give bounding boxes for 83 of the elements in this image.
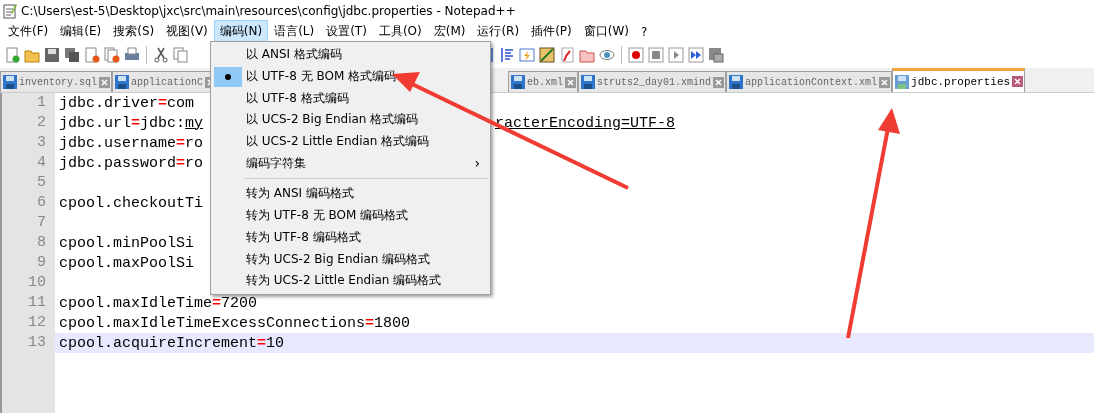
submenu-arrow-icon: › <box>474 155 480 172</box>
menu-item[interactable]: 设置(T) <box>320 20 373 43</box>
folder-icon[interactable] <box>24 47 40 63</box>
menu-item[interactable]: 搜索(S) <box>107 20 161 43</box>
close-icon[interactable] <box>879 76 891 88</box>
menu-item[interactable]: 编码(N) <box>213 20 269 43</box>
menu-item[interactable]: 宏(M) <box>427 20 472 43</box>
stop-icon[interactable] <box>648 47 664 63</box>
file-tab[interactable]: struts2_day01.xmind <box>578 71 727 92</box>
code-line: cpool.maxIdleTimeExcessConnections=1800 <box>58 314 411 332</box>
line-number: 4 <box>2 153 55 173</box>
play-icon[interactable] <box>668 47 684 63</box>
save-icon <box>729 75 744 89</box>
menu-item[interactable]: 文件(F) <box>2 20 55 43</box>
menu-item[interactable]: 语言(L) <box>268 20 321 43</box>
save-icon <box>581 75 596 89</box>
code-line: cpool.maxPoolSi <box>58 254 195 272</box>
menu-item[interactable]: 以 UCS-2 Little Endian 格式编码 <box>211 130 490 153</box>
file-tab[interactable]: jdbc.properties <box>892 68 1026 92</box>
line-number: 7 <box>2 213 55 233</box>
save-icon <box>895 74 910 89</box>
code-line: jdbc.url=jdbc:my <box>58 114 204 132</box>
line-number: 8 <box>2 233 55 253</box>
code-line: cpool.checkoutTi <box>58 194 204 212</box>
code-line: jdbc.username=ro <box>58 134 204 152</box>
code-line: cpool.maxIdleTime=7200 <box>58 294 258 312</box>
menu-item[interactable]: 编辑(E) <box>54 20 108 43</box>
line-number: 1 <box>2 93 55 113</box>
close-all-icon[interactable] <box>104 47 120 63</box>
save-macro-icon[interactable] <box>708 47 724 63</box>
code-line: racterEncoding=UTF-8 <box>495 114 677 132</box>
code-line: cpool.minPoolSi <box>58 234 195 252</box>
printer-icon[interactable] <box>124 47 140 63</box>
window-title: C:\Users\est-5\Desktop\jxc\src\main\resources\config\jdbc.properties - Notepad++ <box>21 3 516 18</box>
menu-item[interactable]: 转为 ANSI 编码格式 <box>211 183 490 205</box>
indent-guide-icon[interactable] <box>499 47 515 63</box>
file-tab[interactable]: eb.xml <box>508 71 579 92</box>
save-icon <box>115 75 129 89</box>
file-tab[interactable]: inventory.sql <box>0 71 112 92</box>
close-icon[interactable] <box>1012 76 1024 87</box>
line-number: 6 <box>2 193 55 213</box>
map-icon[interactable] <box>539 47 555 63</box>
notepad-icon <box>3 2 17 19</box>
new-file-icon[interactable] <box>4 47 20 63</box>
menu-item[interactable]: 运行(R) <box>471 20 526 43</box>
menu-item[interactable]: 工具(O) <box>372 20 428 43</box>
menu-item[interactable]: 以 ANSI 格式编码 <box>211 44 490 66</box>
menu-item[interactable]: 转为 UTF-8 无 BOM 编码格式 <box>211 204 490 227</box>
folder-open-icon[interactable] <box>579 47 595 63</box>
save-all-icon[interactable] <box>64 47 80 63</box>
close-file-icon[interactable] <box>84 47 100 63</box>
script-icon[interactable] <box>559 47 575 63</box>
lightning-window-icon[interactable] <box>519 47 535 63</box>
menu-item[interactable]: 转为 UCS-2 Little Endian 编码格式 <box>211 269 490 292</box>
line-number: 2 <box>2 113 55 133</box>
save-icon <box>511 75 526 89</box>
line-number: 9 <box>2 253 55 273</box>
code-line: jdbc.password=ro <box>58 154 204 172</box>
line-number: 11 <box>2 293 55 313</box>
scissors-icon[interactable] <box>153 47 169 63</box>
eye-icon[interactable] <box>599 47 615 63</box>
line-number-gutter <box>2 353 55 413</box>
menu-item[interactable]: 编码字符集 › <box>211 152 490 175</box>
menu-item[interactable]: ? <box>634 21 654 42</box>
line-number: 10 <box>2 273 55 293</box>
file-tab[interactable]: applicationContext.xml <box>726 71 893 92</box>
save-icon <box>3 75 17 89</box>
line-number: 3 <box>2 133 55 153</box>
menu-item[interactable]: 插件(P) <box>525 20 578 43</box>
close-icon[interactable] <box>713 76 725 88</box>
line-number: 5 <box>2 173 55 193</box>
menu-item[interactable]: 转为 UCS-2 Big Endian 编码格式 <box>211 248 490 270</box>
menu-item[interactable]: 以 UCS-2 Big Endian 格式编码 <box>211 109 490 131</box>
close-icon[interactable] <box>565 76 577 88</box>
record-icon[interactable] <box>628 47 644 63</box>
fast-forward-icon[interactable] <box>688 47 704 63</box>
code-line: jdbc.driver=com <box>58 94 195 112</box>
close-icon[interactable] <box>99 76 110 88</box>
line-number: 12 <box>2 313 55 333</box>
menu-item[interactable]: 转为 UTF-8 编码格式 <box>211 226 490 249</box>
menu-item[interactable]: 视图(V) <box>160 20 214 43</box>
menu-item[interactable]: 窗口(W) <box>577 20 635 43</box>
save-icon[interactable] <box>44 47 60 63</box>
